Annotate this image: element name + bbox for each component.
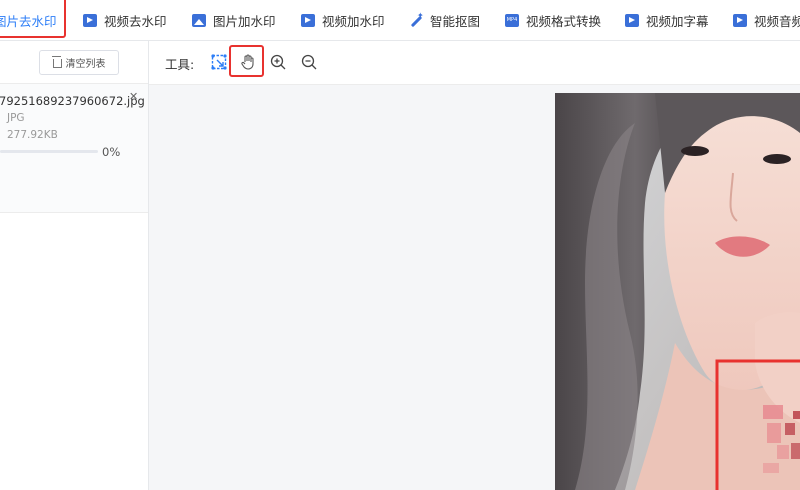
clear-list-button[interactable]: 清空列表 — [39, 50, 119, 75]
magic-wand-icon — [409, 11, 424, 27]
clear-list-label: 清空列表 — [65, 59, 106, 70]
tab-label: 图片去水印 — [0, 13, 57, 29]
tab-video-format-convert[interactable]: MP4 视频格式转换 — [505, 0, 601, 40]
tab-smart-cutout[interactable]: 智能抠图 — [409, 0, 480, 40]
image-icon — [192, 13, 206, 27]
tab-label: 视频格式转换 — [526, 13, 602, 29]
tab-label: 智能抠图 — [430, 13, 481, 29]
progress-percent: 0% — [102, 145, 121, 159]
video-icon — [625, 13, 639, 27]
zoom-in-icon[interactable] — [268, 52, 288, 72]
tab-image-remove-watermark[interactable]: 图片去水印 — [0, 0, 57, 40]
tab-video-remove-watermark[interactable]: 视频去水印 — [83, 0, 167, 40]
tab-label: 视频音频 — [754, 13, 800, 29]
top-nav: 图片去水印 视频去水印 图片加水印 视频加水印 智能抠图 MP4 视频格式转换 … — [0, 0, 800, 41]
toolbar: 工具: — [149, 41, 800, 85]
file-size: 277.92KB — [7, 129, 58, 141]
tab-video-audio[interactable]: 视频音频 — [733, 0, 800, 40]
file-list-panel: 清空列表 79251689237960672.jpg ✕ JPG 277.92K… — [0, 41, 149, 490]
video-icon — [301, 13, 315, 27]
tab-image-add-watermark[interactable]: 图片加水印 — [192, 0, 276, 40]
zoom-out-icon[interactable] — [299, 52, 319, 72]
video-icon — [733, 13, 747, 27]
close-icon[interactable]: ✕ — [129, 90, 138, 103]
tab-video-add-subtitle[interactable]: 视频加字幕 — [625, 0, 709, 40]
video-icon — [83, 13, 97, 27]
tab-label: 图片加水印 — [213, 13, 276, 29]
tab-label: 视频加水印 — [322, 13, 385, 29]
file-list-item[interactable]: 79251689237960672.jpg ✕ JPG 277.92KB 0% — [0, 84, 148, 213]
trash-icon — [51, 56, 62, 68]
tab-video-add-watermark[interactable]: 视频加水印 — [301, 0, 385, 40]
tools-label: 工具: — [165, 57, 195, 72]
tab-label: 视频去水印 — [104, 13, 167, 29]
mp4-file-icon: MP4 — [505, 13, 519, 27]
file-type: JPG — [7, 112, 25, 124]
tab-label: 视频加字幕 — [646, 13, 709, 29]
preview-image[interactable] — [555, 93, 800, 490]
progress-bar — [0, 150, 98, 153]
file-name: 79251689237960672.jpg — [0, 94, 145, 108]
hand-pan-icon[interactable] — [238, 52, 258, 72]
select-region-icon[interactable] — [209, 52, 229, 72]
